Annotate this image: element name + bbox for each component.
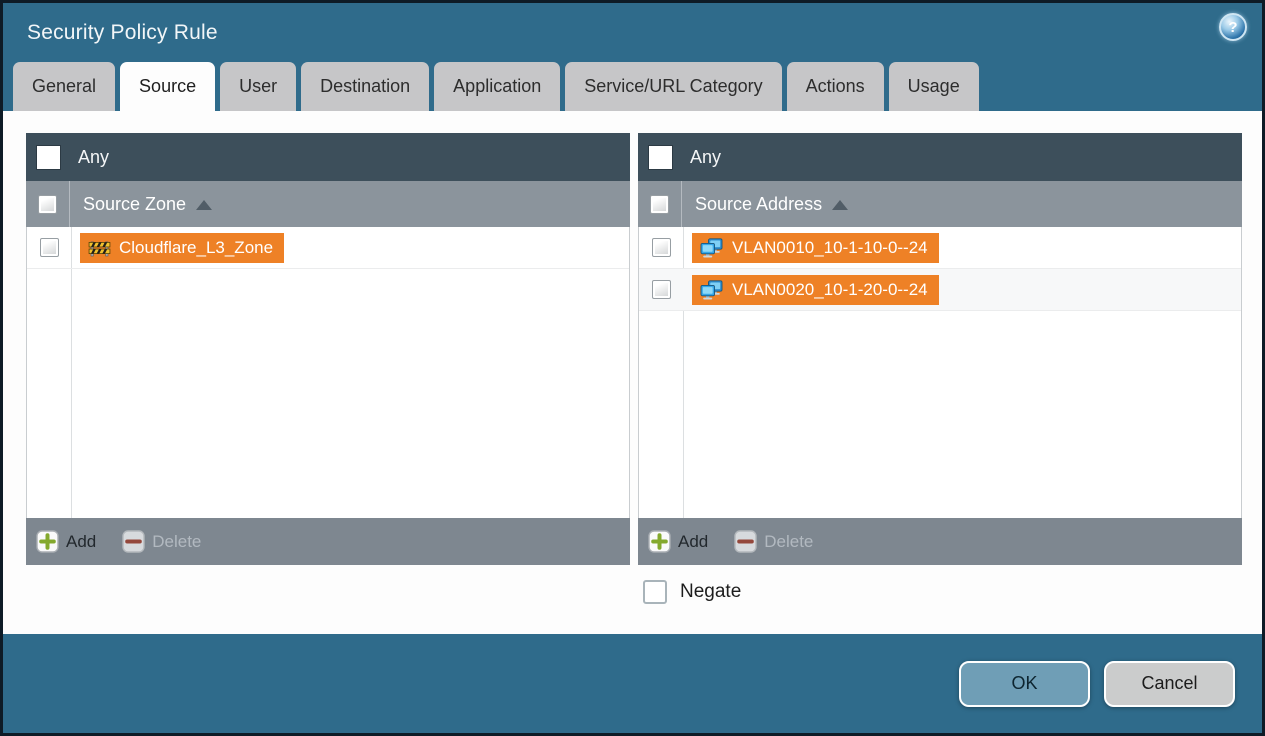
source-zone-list: Cloudflare_L3_Zone	[26, 227, 630, 518]
network-address-icon	[700, 279, 724, 300]
tab-destination[interactable]: Destination	[301, 62, 430, 111]
add-button[interactable]: Add	[648, 530, 708, 553]
address-item[interactable]: VLAN0020_10-1-20-0--24	[692, 274, 939, 305]
row-checkbox[interactable]	[651, 238, 671, 257]
source-address-list: VLAN0010_10-1-10-0--24 VLAN0020_10-1-20-…	[638, 227, 1242, 518]
tab-bar: General Source User Destination Applicat…	[3, 62, 1262, 111]
row-checkbox[interactable]	[651, 280, 671, 299]
checkbox-column-divider	[71, 227, 72, 518]
source-address-select-all-checkbox[interactable]	[650, 194, 669, 214]
source-zone-footer: Add Delete	[26, 518, 630, 565]
delete-button[interactable]: Delete	[122, 530, 201, 553]
delete-button[interactable]: Delete	[734, 530, 813, 553]
source-zone-any-label: Any	[78, 146, 110, 167]
add-icon	[36, 530, 59, 553]
source-zone-column-title: Source Zone	[83, 193, 187, 214]
add-button-label: Add	[66, 531, 97, 551]
security-policy-rule-dialog: Security Policy Rule ? General Source Us…	[0, 0, 1265, 736]
table-row: VLAN0010_10-1-10-0--24	[639, 227, 1241, 269]
row-checkbox-cell	[639, 227, 683, 268]
add-button-label: Add	[678, 531, 709, 551]
negate-label: Negate	[680, 581, 742, 602]
negate-checkbox[interactable]	[643, 580, 667, 604]
select-all-cell	[26, 181, 70, 227]
row-checkbox-cell	[639, 269, 683, 310]
address-item-label: VLAN0020_10-1-20-0--24	[732, 279, 928, 299]
delete-icon	[734, 530, 757, 553]
page-title: Security Policy Rule	[27, 20, 218, 44]
source-tab-content: Any Source Zone Cloudflare_L3_Zone Add D…	[3, 111, 1262, 634]
zone-item[interactable]: Cloudflare_L3_Zone	[80, 232, 285, 263]
source-zone-panel: Any Source Zone Cloudflare_L3_Zone Add D…	[26, 133, 630, 565]
tab-service-url-category[interactable]: Service/URL Category	[565, 62, 782, 111]
delete-button-label: Delete	[764, 531, 814, 551]
source-address-any-checkbox[interactable]	[648, 144, 673, 170]
source-zone-any-bar: Any	[26, 133, 630, 181]
dialog-titlebar: Security Policy Rule ?	[3, 3, 1262, 62]
negate-row: Negate	[643, 580, 1242, 604]
source-zone-select-all-checkbox[interactable]	[38, 194, 57, 214]
source-address-any-bar: Any	[638, 133, 1242, 181]
tab-application[interactable]: Application	[434, 62, 561, 111]
row-checkbox[interactable]	[39, 238, 59, 257]
sort-ascending-icon	[832, 200, 849, 210]
delete-button-label: Delete	[152, 531, 202, 551]
tab-usage[interactable]: Usage	[888, 62, 979, 111]
network-address-icon	[700, 237, 724, 258]
source-address-column-header[interactable]: Source Address	[638, 181, 1242, 227]
delete-icon	[122, 530, 145, 553]
add-icon	[648, 530, 671, 553]
source-address-column-title: Source Address	[695, 193, 823, 214]
dialog-footer: OK Cancel	[3, 634, 1262, 733]
cancel-button[interactable]: Cancel	[1104, 660, 1235, 707]
zone-item-label: Cloudflare_L3_Zone	[119, 237, 274, 257]
source-address-any-label: Any	[690, 146, 722, 167]
source-address-panel: Any Source Address VLAN0010_10-1-10-0--2…	[638, 133, 1242, 565]
table-row: Cloudflare_L3_Zone	[27, 227, 629, 269]
address-item-label: VLAN0010_10-1-10-0--24	[732, 237, 928, 257]
source-address-footer: Add Delete	[638, 518, 1242, 565]
source-zone-any-checkbox[interactable]	[36, 144, 61, 170]
tab-actions[interactable]: Actions	[786, 62, 884, 111]
address-item[interactable]: VLAN0010_10-1-10-0--24	[692, 232, 939, 263]
table-row: VLAN0020_10-1-20-0--24	[639, 269, 1241, 311]
sort-ascending-icon	[196, 200, 213, 210]
tab-source[interactable]: Source	[120, 62, 216, 111]
tab-user[interactable]: User	[220, 62, 297, 111]
select-all-cell	[638, 181, 682, 227]
add-button[interactable]: Add	[36, 530, 96, 553]
ok-button[interactable]: OK	[959, 660, 1090, 707]
tab-general[interactable]: General	[13, 62, 116, 111]
source-zone-column-header[interactable]: Source Zone	[26, 181, 630, 227]
row-checkbox-cell	[27, 227, 71, 268]
help-icon[interactable]: ?	[1219, 13, 1247, 41]
zone-barrier-icon	[88, 239, 111, 257]
